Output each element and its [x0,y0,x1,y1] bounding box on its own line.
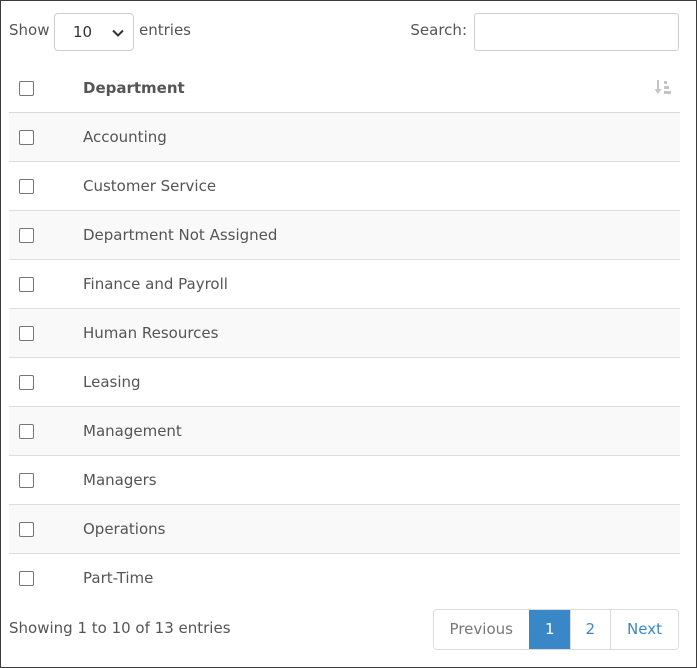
show-label: Show [9,21,50,39]
table-row[interactable]: Human Resources [9,308,680,358]
department-name-cell: Customer Service [83,161,680,211]
department-name-cell: Leasing [83,357,680,407]
table-row[interactable]: Department Not Assigned [9,210,680,260]
entries-label: entries [139,21,191,39]
select-all-cell [9,64,83,113]
page-2-button[interactable]: 2 [569,610,611,649]
department-name-cell: Human Resources [83,308,680,358]
department-table: Department Accounting Customer Service Dep… [9,64,680,602]
row-checkbox[interactable] [19,472,34,488]
row-checkbox[interactable] [19,374,34,390]
previous-page-button[interactable]: Previous [433,610,529,649]
row-checkbox-cell [9,504,83,554]
department-name-cell: Managers [83,455,680,505]
row-checkbox[interactable] [19,227,34,243]
page-1-button[interactable]: 1 [528,610,570,649]
page-length-select[interactable]: 10 [54,13,134,51]
row-checkbox[interactable] [19,570,34,586]
department-name-cell: Department Not Assigned [83,210,680,260]
row-checkbox-cell [9,259,83,309]
row-checkbox[interactable] [19,423,34,439]
row-checkbox-cell [9,161,83,211]
page-length-value: 10 [73,23,93,41]
next-page-button[interactable]: Next [610,610,678,649]
department-column-header[interactable]: Department [83,64,680,113]
sort-icon[interactable] [654,78,672,96]
row-checkbox-cell [9,406,83,456]
row-checkbox-cell [9,308,83,358]
table-row[interactable]: Management [9,406,680,456]
row-checkbox[interactable] [19,129,34,145]
department-name-cell: Accounting [83,112,680,162]
row-checkbox[interactable] [19,276,34,292]
table-row[interactable]: Accounting [9,112,680,162]
row-checkbox-cell [9,455,83,505]
table-row[interactable]: Operations [9,504,680,554]
chevron-down-icon [112,29,124,37]
table-row[interactable]: Leasing [9,357,680,407]
search-label: Search: [410,21,467,39]
table-controls: Show 10 entries Search: [9,13,679,51]
table-header-row: Department [9,64,680,113]
table-info: Showing 1 to 10 of 13 entries [9,619,231,637]
table-row[interactable]: Part-Time [9,553,680,602]
row-checkbox[interactable] [19,178,34,194]
row-checkbox-cell [9,210,83,260]
row-checkbox[interactable] [19,325,34,341]
table-row[interactable]: Customer Service [9,161,680,211]
row-checkbox[interactable] [19,521,34,537]
department-name-cell: Part-Time [83,568,154,587]
search-input[interactable] [474,13,679,51]
row-checkbox-cell [9,112,83,162]
department-table-panel: Show 10 entries Search: Department Accou… [0,0,697,668]
select-all-checkbox[interactable] [19,80,34,96]
table-row[interactable]: Managers [9,455,680,505]
pagination: Previous 1 2 Next [432,609,679,650]
row-checkbox-cell [9,553,83,602]
row-checkbox-cell [9,357,83,407]
department-name-cell: Operations [83,504,680,554]
department-name-cell: Finance and Payroll [83,259,680,309]
table-row[interactable]: Finance and Payroll [9,259,680,309]
department-name-cell: Management [83,406,680,456]
department-header-label: Department [83,78,185,97]
table-body: Accounting Customer Service Department Not… [9,112,680,602]
